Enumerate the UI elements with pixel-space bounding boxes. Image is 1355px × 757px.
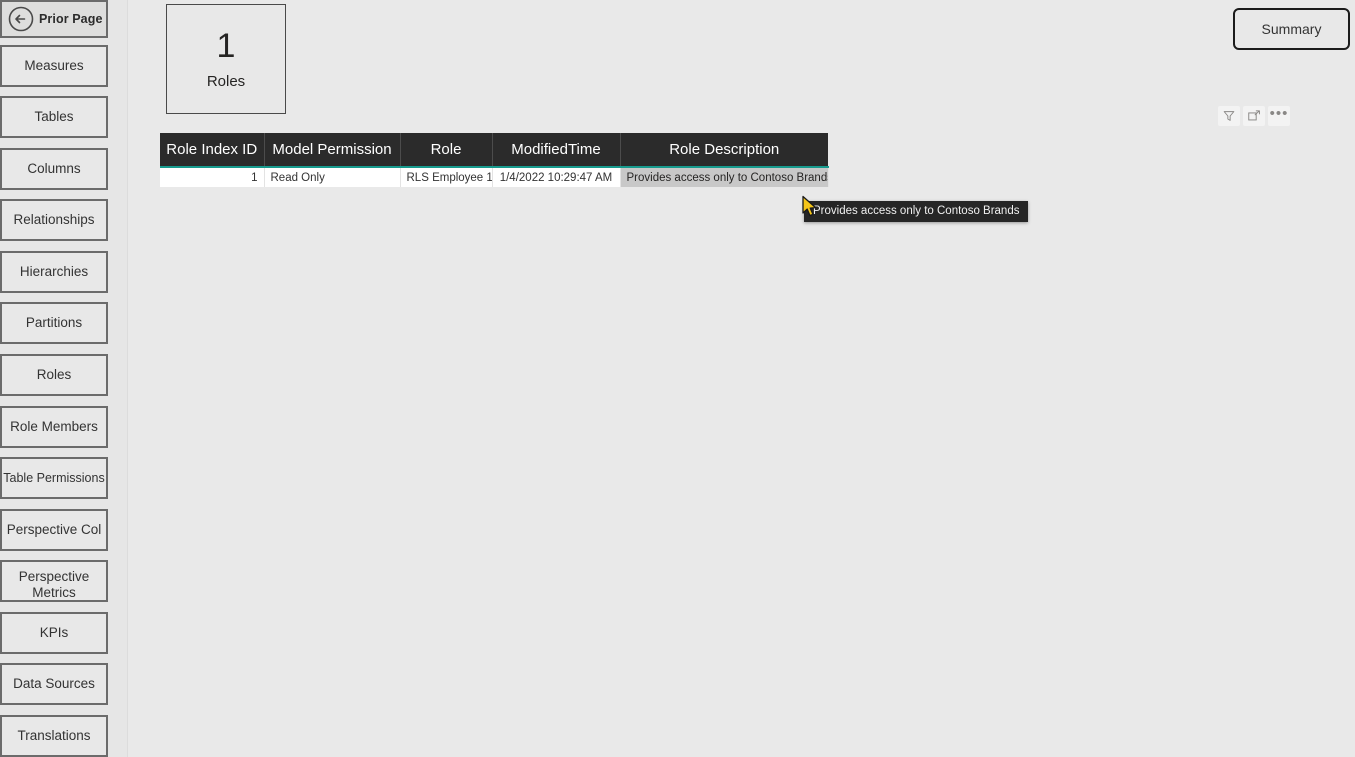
cell-model-permission[interactable]: Read Only <box>264 167 401 187</box>
summary-button-label: Summary <box>1261 21 1322 37</box>
sidebar-item-roles[interactable]: Roles <box>0 354 108 396</box>
sidebar-item-perspective-col[interactable]: Perspective Col <box>0 509 108 551</box>
sidebar-item-label: Perspective Col <box>6 522 102 538</box>
focus-mode-icon[interactable] <box>1243 106 1265 126</box>
visual-header-toolbar: ••• <box>1218 106 1290 126</box>
roles-count-card[interactable]: 1 Roles <box>166 4 286 114</box>
sidebar-item-measures[interactable]: Measures <box>0 45 108 87</box>
cell-role-description[interactable]: Provides access only to Contoso Brands <box>620 167 829 187</box>
cell-tooltip: Provides access only to Contoso Brands <box>804 201 1029 222</box>
sidebar-nav-panel: Prior Page Measures Tables Columns Relat… <box>0 0 128 757</box>
sidebar-item-translations[interactable]: Translations <box>0 715 108 757</box>
table-row[interactable]: 1 Read Only RLS Employee 1 1/4/2022 10:2… <box>160 167 829 187</box>
more-options-icon[interactable]: ••• <box>1268 106 1290 126</box>
sidebar-item-data-sources[interactable]: Data Sources <box>0 663 108 705</box>
summary-button[interactable]: Summary <box>1233 8 1350 50</box>
sidebar-item-label: Measures <box>24 58 84 74</box>
sidebar-item-prior-page[interactable]: Prior Page <box>0 0 108 38</box>
sidebar-item-prior-page-label: Prior Page <box>39 11 103 26</box>
sidebar-item-label: Hierarchies <box>19 264 89 280</box>
sidebar-item-label: Columns <box>27 161 81 177</box>
sidebar-item-label: Relationships <box>13 212 95 228</box>
sidebar-item-partitions[interactable]: Partitions <box>0 302 108 344</box>
sidebar-item-label: KPIs <box>39 625 69 641</box>
column-header-role-description[interactable]: Role Description <box>620 133 828 168</box>
table-header-row: Role Index ID Model Permission Role Modi… <box>160 133 828 168</box>
roles-table[interactable]: Role Index ID Model Permission Role Modi… <box>160 133 829 187</box>
cell-role[interactable]: RLS Employee 1 <box>400 167 493 187</box>
column-header-role[interactable]: Role <box>400 133 493 168</box>
sidebar-item-role-members[interactable]: Role Members <box>0 406 108 448</box>
sidebar-item-label: Roles <box>36 367 72 383</box>
sidebar-item-kpis[interactable]: KPIs <box>0 612 108 654</box>
column-header-modified-time[interactable]: ModifiedTime <box>492 133 621 168</box>
funnel-icon[interactable] <box>1218 106 1240 126</box>
roles-count-value: 1 <box>216 26 236 65</box>
cell-role-index-id[interactable]: 1 <box>160 167 265 187</box>
sidebar-item-tables[interactable]: Tables <box>0 96 108 138</box>
sidebar-item-label: Role Members <box>10 419 98 435</box>
sidebar-item-label: Translations <box>17 728 91 744</box>
sidebar-item-label: Perspective Metrics <box>18 569 90 600</box>
cell-tooltip-text: Provides access only to Contoso Brands <box>813 205 1020 217</box>
sidebar-item-label: Tables <box>34 109 74 125</box>
sidebar-item-label: Partitions <box>25 315 83 331</box>
sidebar-item-relationships[interactable]: Relationships <box>0 199 108 241</box>
circle-arrow-left-icon <box>6 4 36 34</box>
roles-count-label: Roles <box>206 72 246 90</box>
sidebar-item-hierarchies[interactable]: Hierarchies <box>0 251 108 293</box>
sidebar-item-label: Data Sources <box>13 676 95 692</box>
cell-modified-time[interactable]: 1/4/2022 10:29:47 AM <box>492 167 621 187</box>
more-options-glyph: ••• <box>1269 104 1289 122</box>
sidebar-item-table-permissions[interactable]: Table Permissions <box>0 457 108 499</box>
column-header-model-permission[interactable]: Model Permission <box>264 133 401 168</box>
sidebar-item-label: Table Permissions <box>3 470 105 485</box>
column-header-role-index-id[interactable]: Role Index ID <box>160 133 265 168</box>
sidebar-item-perspective-metrics[interactable]: Perspective Metrics <box>0 560 108 602</box>
sidebar-item-columns[interactable]: Columns <box>0 148 108 190</box>
